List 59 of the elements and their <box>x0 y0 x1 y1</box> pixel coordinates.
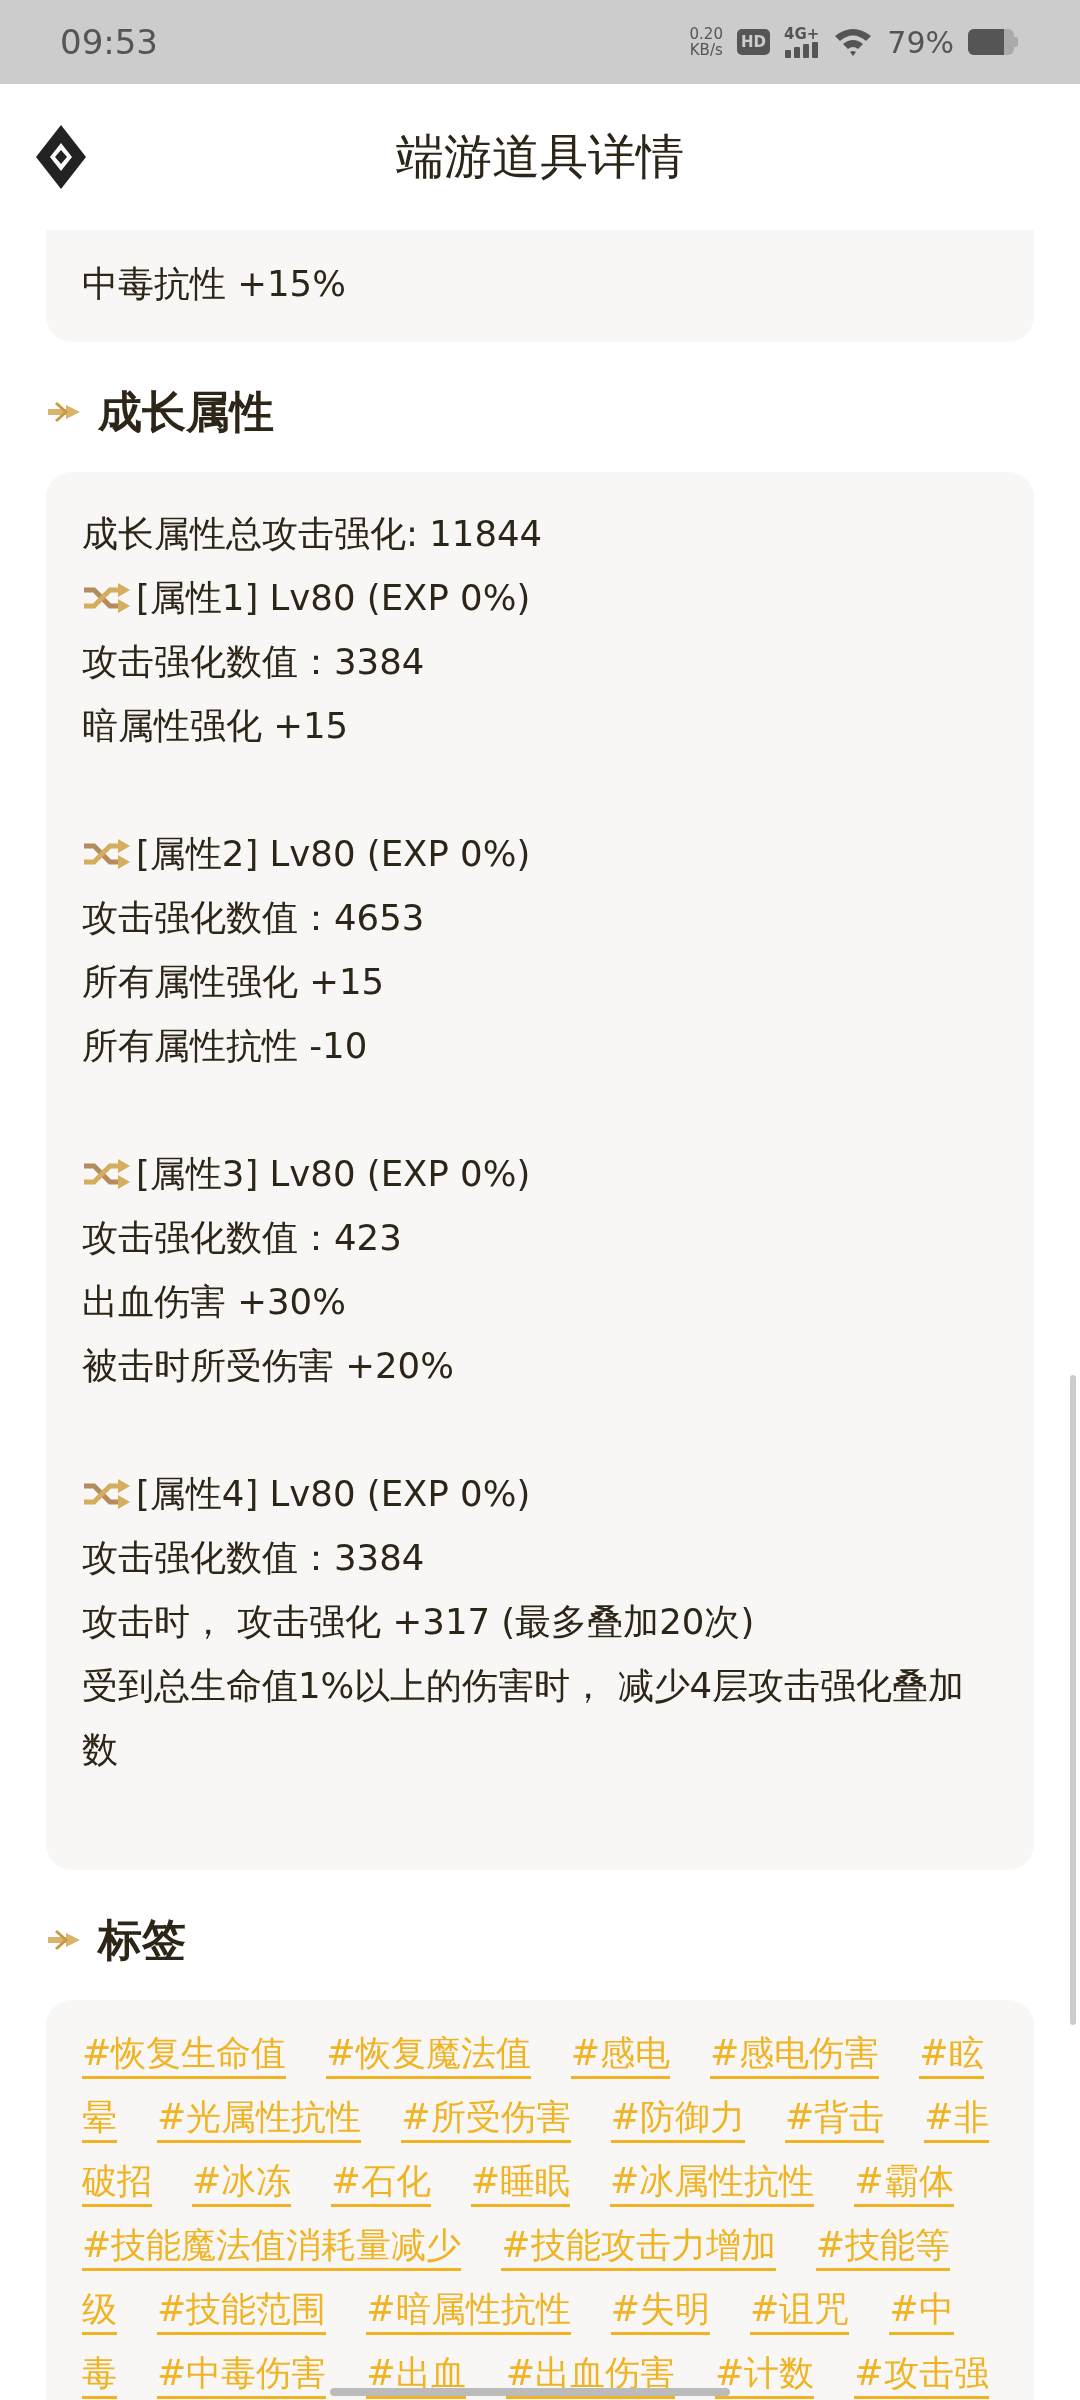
tag-link[interactable]: #感电 <box>570 2029 670 2079</box>
total-text: 成长属性总攻击强化: 11844 <box>82 512 544 556</box>
tag-link[interactable]: #防御力 <box>610 2093 745 2143</box>
attribute-text: 出血伤害 +30% <box>82 1280 347 1324</box>
attribute-text: 中毒抗性 +15% <box>82 262 347 306</box>
tag-link[interactable]: #睡眠 <box>470 2157 570 2207</box>
tag-link[interactable]: 级 <box>82 2285 117 2335</box>
hd-badge: HD <box>736 29 770 55</box>
battery-percent: 79% <box>887 24 954 60</box>
tag-link[interactable]: #冰属性抗性 <box>610 2157 815 2207</box>
battery-icon <box>968 29 1018 55</box>
attribute-header: [属性4] Lv80 (EXP 0%) <box>136 1472 531 1516</box>
tag-link[interactable]: #所受伤害 <box>401 2093 571 2143</box>
tag-link[interactable]: #失明 <box>610 2285 710 2335</box>
attribute-text: 攻击强化数值：3384 <box>82 1536 426 1580</box>
tag-link[interactable]: #中毒伤害 <box>157 2349 327 2399</box>
attribute-text: 受到总生命值1%以上的伤害时， 减少4层攻击强化叠加数 <box>82 1664 966 1772</box>
tag-link[interactable]: 破招 <box>82 2157 152 2207</box>
tag-link[interactable]: #技能魔法值消耗量减少 <box>82 2221 462 2271</box>
tag-link[interactable]: #霸体 <box>854 2157 954 2207</box>
attribute-text: 攻击时， 攻击强化 +317 (最多叠加20次) <box>82 1600 756 1644</box>
attribute-header: [属性1] Lv80 (EXP 0%) <box>136 576 531 620</box>
tag-link[interactable]: #技能等 <box>815 2221 950 2271</box>
attribute-text: 暗属性强化 +15 <box>82 704 350 748</box>
tag-link[interactable]: #非 <box>924 2093 989 2143</box>
tag-link[interactable]: #暗属性抗性 <box>366 2285 571 2335</box>
section-title: 成长属性 <box>98 384 274 439</box>
attribute-header: [属性2] Lv80 (EXP 0%) <box>136 832 531 876</box>
tag-link[interactable]: 晕 <box>82 2093 117 2143</box>
tag-link[interactable]: #中 <box>889 2285 954 2335</box>
wifi-icon <box>833 26 874 58</box>
attribute-text: 攻击强化数值：4653 <box>82 896 426 940</box>
tag-link[interactable]: #诅咒 <box>750 2285 850 2335</box>
tag-link[interactable]: #冰冻 <box>192 2157 292 2207</box>
tag-link[interactable]: 毒 <box>82 2349 117 2399</box>
network-speed: 0.20 <box>689 26 723 42</box>
attribute-text: 被击时所受伤害 +20% <box>82 1344 455 1388</box>
tag-link[interactable]: #眩 <box>919 2029 984 2079</box>
section-title: 标签 <box>98 1912 186 1967</box>
signal-icon <box>785 42 820 58</box>
attribute-text: 所有属性抗性 -10 <box>82 1024 369 1068</box>
page-title: 端游道具详情 <box>396 127 684 186</box>
tag-link[interactable]: #光属性抗性 <box>157 2093 362 2143</box>
attribute-text: 攻击强化数值：423 <box>82 1216 403 1260</box>
tag-link[interactable]: #恢复生命值 <box>82 2029 287 2079</box>
tag-link[interactable]: #恢复魔法值 <box>326 2029 531 2079</box>
attribute-header: [属性3] Lv80 (EXP 0%) <box>136 1152 531 1196</box>
tag-link[interactable]: #攻击强 <box>854 2349 989 2399</box>
logo-icon[interactable] <box>36 125 86 189</box>
network-type: 4G+ <box>784 26 820 42</box>
tag-link[interactable]: #石化 <box>331 2157 431 2207</box>
attribute-text: 攻击强化数值：3384 <box>82 640 426 684</box>
speed-unit: KB/s <box>689 42 723 58</box>
tag-link[interactable]: #背击 <box>785 2093 885 2143</box>
tag-link[interactable]: #技能范围 <box>157 2285 327 2335</box>
tag-link[interactable]: #感电伤害 <box>710 2029 880 2079</box>
attribute-text: 所有属性强化 +15 <box>82 960 386 1004</box>
tag-link[interactable]: #技能攻击力增加 <box>501 2221 776 2271</box>
clock: 09:53 <box>60 22 158 62</box>
